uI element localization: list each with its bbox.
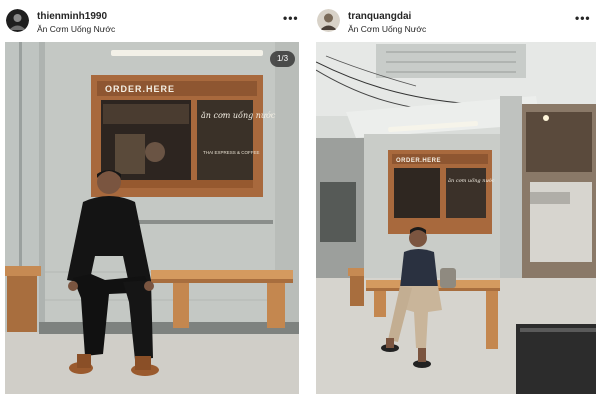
more-options-icon[interactable]: ••• xyxy=(283,12,299,24)
window-script-text: ăn cơm uống nước xyxy=(448,177,495,184)
post-photo[interactable]: ORDER.HERE ăn cơm uống nước xyxy=(316,42,596,394)
window-sign-text: ORDER.HERE xyxy=(396,158,441,164)
post-card: thienminh1990 Ăn Cơm Uống Nước ••• ORDER… xyxy=(5,0,299,400)
window-note-text: THAI EXPRESS & COFFEE xyxy=(203,150,260,155)
avatar[interactable] xyxy=(317,9,340,32)
window-script-text: ăn cơm uống nước xyxy=(201,111,276,120)
post-header: thienminh1990 Ăn Cơm Uống Nước ••• xyxy=(5,0,299,42)
post-header: tranquangdai Ăn Cơm Uống Nước ••• xyxy=(316,0,596,42)
post-card: tranquangdai Ăn Cơm Uống Nước ••• ORDER.… xyxy=(316,0,596,400)
post-photo[interactable]: ORDER.HERE ăn cơm uống nước THAI EXPRESS… xyxy=(5,42,299,394)
location-tag[interactable]: Ăn Cơm Uống Nước xyxy=(37,24,115,34)
carousel-counter: 1/3 xyxy=(270,51,295,67)
username[interactable]: tranquangdai xyxy=(348,11,411,22)
window-sign-text: ORDER.HERE xyxy=(105,84,175,94)
avatar[interactable] xyxy=(6,9,29,32)
location-tag[interactable]: Ăn Cơm Uống Nước xyxy=(348,24,426,34)
username[interactable]: thienminh1990 xyxy=(37,11,107,22)
more-options-icon[interactable]: ••• xyxy=(575,12,591,24)
